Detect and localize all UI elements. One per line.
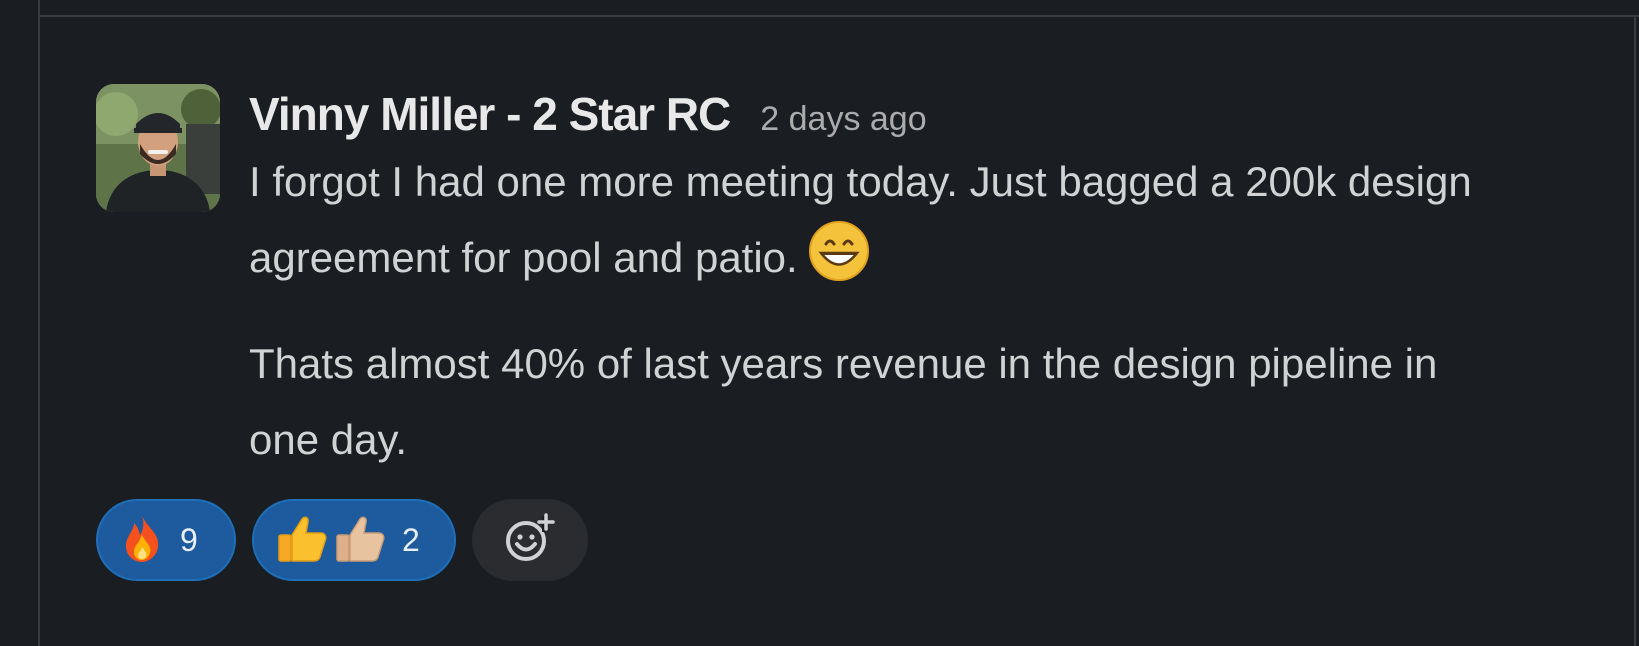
reaction-thumbs-up[interactable]: 2 xyxy=(252,499,456,581)
fire-icon xyxy=(120,513,164,568)
left-divider xyxy=(38,0,40,646)
avatar-image xyxy=(96,84,220,212)
add-reaction-icon xyxy=(504,512,556,568)
top-divider xyxy=(39,15,1639,17)
avatar[interactable] xyxy=(96,84,220,212)
message-paragraph: I forgot I had one more meeting today. J… xyxy=(249,144,1509,306)
message-content: Vinny Miller - 2 Star RC 2 days ago I fo… xyxy=(249,84,1509,478)
thumbs-up-icon xyxy=(276,513,328,568)
message-text: Thats almost 40% of last years revenue i… xyxy=(249,340,1438,463)
reaction-count: 2 xyxy=(402,521,420,558)
thumbs-up-light-skin-icon xyxy=(334,513,386,568)
add-reaction-button[interactable] xyxy=(472,499,588,581)
reaction-fire[interactable]: 9 xyxy=(96,499,236,581)
message-pane: Vinny Miller - 2 Star RC 2 days ago I fo… xyxy=(0,0,1639,646)
message-timestamp[interactable]: 2 days ago xyxy=(760,89,926,149)
author-name[interactable]: Vinny Miller - 2 Star RC xyxy=(249,84,731,144)
message-header: Vinny Miller - 2 Star RC 2 days ago xyxy=(249,84,1509,144)
right-divider xyxy=(1634,17,1636,646)
reaction-count: 9 xyxy=(180,521,198,558)
reactions-bar: 9 2 xyxy=(96,499,588,581)
message-paragraph: Thats almost 40% of last years revenue i… xyxy=(249,326,1509,478)
grinning-face-icon xyxy=(808,220,870,306)
